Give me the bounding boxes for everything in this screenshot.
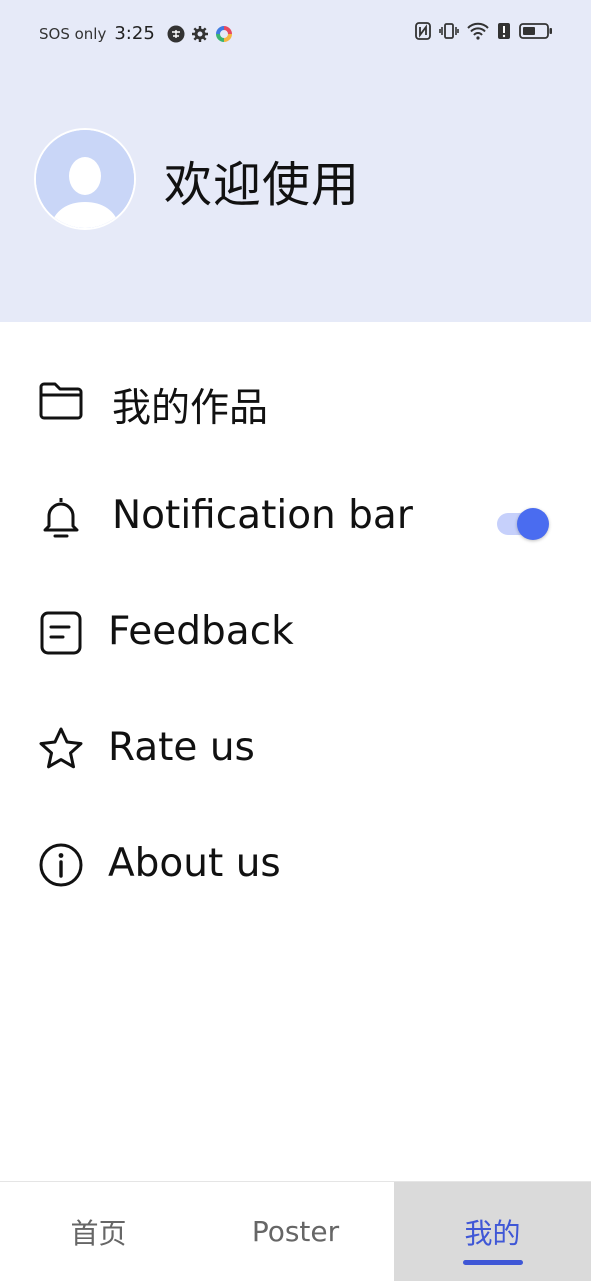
notification-icon — [167, 25, 185, 43]
bottom-nav: 首页 Poster 我的 — [0, 1181, 591, 1281]
clock: 3:25 — [114, 23, 155, 44]
document-icon — [38, 610, 84, 656]
tab-label-poster: Poster — [251, 1215, 340, 1248]
menu-label-rate-us: Rate us — [108, 725, 255, 770]
battery-icon — [519, 22, 553, 40]
info-icon — [38, 842, 84, 888]
avatar[interactable] — [34, 128, 136, 230]
status-bar: SOS only 3:25 — [0, 0, 591, 66]
menu-label-feedback: Feedback — [108, 609, 294, 654]
wifi-icon — [467, 22, 489, 40]
alert-icon — [497, 22, 511, 40]
menu-item-feedback[interactable]: Feedback — [0, 572, 591, 688]
bell-icon — [38, 494, 84, 540]
vibrate-icon — [439, 22, 459, 40]
active-tab-indicator — [462, 1260, 523, 1265]
tab-mine[interactable]: 我的 — [394, 1182, 591, 1281]
menu-item-rate-us[interactable]: Rate us — [0, 688, 591, 804]
menu-item-about-us[interactable]: About us — [0, 804, 591, 920]
app-icon — [215, 25, 233, 43]
menu-label-my-works: 我的作品 — [112, 386, 269, 431]
folder-icon — [38, 378, 84, 424]
tab-poster[interactable]: Poster — [197, 1182, 394, 1281]
tab-home[interactable]: 首页 — [0, 1182, 197, 1281]
toggle-knob — [517, 508, 549, 540]
gear-icon — [191, 25, 209, 43]
menu-item-notification-bar[interactable]: Notification bar — [0, 456, 591, 572]
menu-label-notification-bar: Notification bar — [112, 493, 413, 538]
menu-label-about-us: About us — [108, 841, 281, 886]
user-icon — [36, 130, 134, 228]
tab-label-home: 首页 — [70, 1216, 127, 1250]
tab-label-mine: 我的 — [464, 1216, 521, 1250]
menu-item-my-works[interactable]: 我的作品 — [0, 340, 591, 456]
carrier-text: SOS only — [39, 24, 107, 43]
welcome-title: 欢迎使用 — [164, 157, 361, 213]
profile-header: SOS only 3:25 欢迎使用 — [0, 0, 591, 322]
star-icon — [38, 726, 84, 772]
notification-toggle[interactable] — [497, 505, 551, 540]
nfc-icon — [415, 22, 431, 40]
